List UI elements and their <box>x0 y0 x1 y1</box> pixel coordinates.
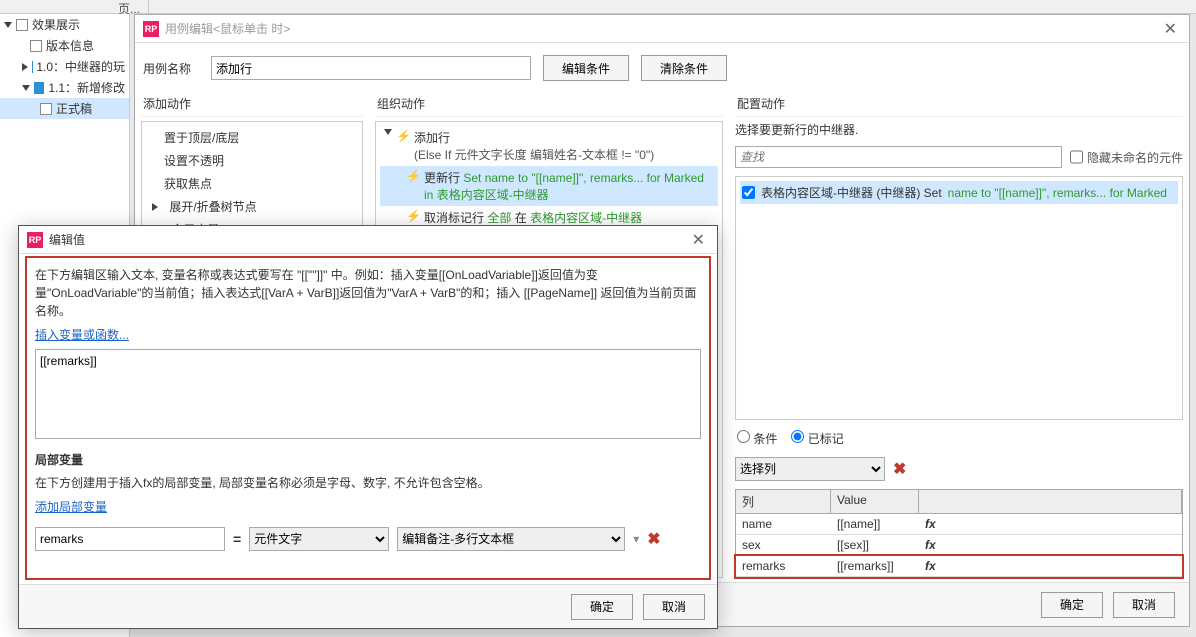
table-row[interactable]: name [[name]] fx <box>736 514 1182 535</box>
filter-mode: 条件 已标记 <box>735 428 1183 449</box>
action-label: 更新行 <box>424 171 460 185</box>
column-header: 添加动作 <box>141 91 363 117</box>
tree-item[interactable]: 版本信息 <box>0 35 129 56</box>
expand-icon[interactable] <box>4 22 12 28</box>
dialog-titlebar: RP 编辑值 ✕ <box>19 226 717 254</box>
case-name-input[interactable] <box>211 56 531 80</box>
page-icon <box>16 19 28 31</box>
case-name-label: 用例名称 <box>143 60 199 77</box>
fx-icon[interactable]: fx <box>919 535 947 555</box>
folder-icon <box>34 82 44 94</box>
edit-value-dialog: RP 编辑值 ✕ 在下方编辑区输入文本, 变量名称或表达式要写在 "[[""]]… <box>18 225 718 629</box>
hide-unnamed-checkbox[interactable]: 隐藏未命名的元件 <box>1070 146 1183 168</box>
action-item[interactable]: 获取焦点 <box>146 172 358 195</box>
equals-label: = <box>233 531 241 547</box>
group-label: 添加行 <box>414 129 654 146</box>
action-target: 表格内容区域-中继器 <box>530 211 642 225</box>
page-icon <box>30 40 42 52</box>
add-local-var-link[interactable]: 添加局部变量 <box>35 498 701 515</box>
dialog-titlebar: RP 用例编辑<鼠标单击 时> ✕ <box>135 15 1189 43</box>
table-row[interactable]: sex [[sex]] fx <box>736 535 1182 556</box>
page-icon <box>40 103 52 115</box>
th-value: Value <box>831 490 919 513</box>
column-select[interactable]: 选择列 <box>735 457 885 481</box>
help-text: 在下方编辑区输入文本, 变量名称或表达式要写在 "[[""]]" 中。例如：插入… <box>35 266 701 320</box>
widget-search-input[interactable] <box>735 146 1062 168</box>
tree-label: 1.0：中继器的玩 <box>36 58 125 75</box>
tree-label: 正式稿 <box>56 100 92 117</box>
clear-condition-button[interactable]: 清除条件 <box>641 55 727 81</box>
th-column: 列 <box>736 490 831 513</box>
expand-icon[interactable] <box>22 85 30 91</box>
bolt-icon: ⚡ <box>406 169 420 183</box>
ok-button[interactable]: 确定 <box>1041 592 1103 618</box>
rp-logo-icon: RP <box>143 21 159 37</box>
column-header: 配置动作 <box>735 91 1183 117</box>
tree-label: 1.1：新增修改 <box>48 79 125 96</box>
chevron-down-icon[interactable]: ▾ <box>633 532 639 546</box>
action-label: 取消标记行 <box>424 211 484 225</box>
document-tabs: 页... <box>0 0 1196 14</box>
fx-icon[interactable]: fx <box>919 514 947 534</box>
widget-checkbox[interactable] <box>742 186 755 199</box>
radio-marked[interactable]: 已标记 <box>791 430 843 447</box>
column-header: 组织动作 <box>375 91 723 117</box>
table-row-highlighted[interactable]: remarks [[remarks]] fx <box>736 556 1182 577</box>
widget-detail: name to "[[name]]", remarks... for Marke… <box>948 186 1167 200</box>
bolt-icon: ⚡ <box>406 209 420 223</box>
tree-folder[interactable]: 1.1：新增修改 <box>0 77 129 98</box>
widget-name: 表格内容区域-中继器 (中继器) Set <box>761 184 942 201</box>
var-target-select[interactable]: 编辑备注-多行文本框 <box>397 527 625 551</box>
widget-selector[interactable]: 表格内容区域-中继器 (中继器) Set name to "[[name]]",… <box>735 176 1183 420</box>
case-action-selected[interactable]: ⚡ 更新行 Set name to "[[name]]", remarks...… <box>380 166 718 206</box>
config-instruction: 选择要更新行的中继器. <box>735 121 1183 138</box>
dialog-title: 编辑值 <box>49 231 688 248</box>
delete-icon[interactable]: ✖ <box>647 529 660 549</box>
rp-logo-icon: RP <box>27 232 43 248</box>
var-type-select[interactable]: 元件文字 <box>249 527 389 551</box>
column-value-table: 列 Value name [[name]] fx sex [[sex]] fx <box>735 489 1183 578</box>
close-icon[interactable]: ✕ <box>688 230 709 250</box>
fx-icon[interactable]: fx <box>919 556 947 576</box>
cancel-button[interactable]: 取消 <box>1113 592 1175 618</box>
radio-condition[interactable]: 条件 <box>737 430 777 447</box>
expand-icon[interactable] <box>384 129 392 135</box>
delete-icon[interactable]: ✖ <box>893 459 906 479</box>
local-var-row: = 元件文字 编辑备注-多行文本框 ▾ ✖ <box>35 527 701 551</box>
cancel-button[interactable]: 取消 <box>643 594 705 620</box>
local-var-header: 局部变量 <box>35 451 701 468</box>
action-item[interactable]: 置于顶层/底层 <box>146 126 358 149</box>
close-icon[interactable]: ✕ <box>1160 19 1181 39</box>
group-condition: (Else If 元件文字长度 编辑姓名-文本框 != "0") <box>414 146 654 163</box>
action-item[interactable]: 展开/折叠树节点 <box>146 195 358 218</box>
expression-input[interactable]: [[remarks]] <box>35 349 701 439</box>
edit-condition-button[interactable]: 编辑条件 <box>543 55 629 81</box>
tree-label: 版本信息 <box>46 37 94 54</box>
action-target: 表格内容区域-中继器 <box>437 188 549 202</box>
tree-leaf-selected[interactable]: 正式稿 <box>0 98 129 119</box>
dialog-title: 用例编辑<鼠标单击 时> <box>165 20 1160 37</box>
ok-button[interactable]: 确定 <box>571 594 633 620</box>
configure-column: 配置动作 选择要更新行的中继器. 隐藏未命名的元件 表格内容区域-中继器 (中继… <box>729 91 1189 578</box>
case-name-row: 用例名称 编辑条件 清除条件 <box>135 43 1189 89</box>
tree-label: 效果展示 <box>32 16 80 33</box>
tree-root[interactable]: 效果展示 <box>0 14 129 35</box>
insert-variable-link[interactable]: 插入变量或函数... <box>35 326 701 343</box>
dialog-footer: 确定 取消 <box>19 584 717 628</box>
local-var-help: 在下方创建用于插入fx的局部变量, 局部变量名称必须是字母、数字, 不允许包含空… <box>35 474 701 492</box>
tree-folder[interactable]: 1.0：中继器的玩 <box>0 56 129 77</box>
expand-icon[interactable] <box>152 203 158 211</box>
case-group[interactable]: ⚡ 添加行 (Else If 元件文字长度 编辑姓名-文本框 != "0") <box>380 126 718 166</box>
action-detail: 全部 <box>487 211 511 225</box>
widget-row-selected[interactable]: 表格内容区域-中继器 (中继器) Set name to "[[name]]",… <box>740 181 1178 204</box>
expand-icon[interactable] <box>22 63 28 71</box>
bolt-icon: ⚡ <box>396 129 410 143</box>
var-name-input[interactable] <box>35 527 225 551</box>
action-item[interactable]: 设置不透明 <box>146 149 358 172</box>
action-mid: 在 <box>515 211 527 225</box>
